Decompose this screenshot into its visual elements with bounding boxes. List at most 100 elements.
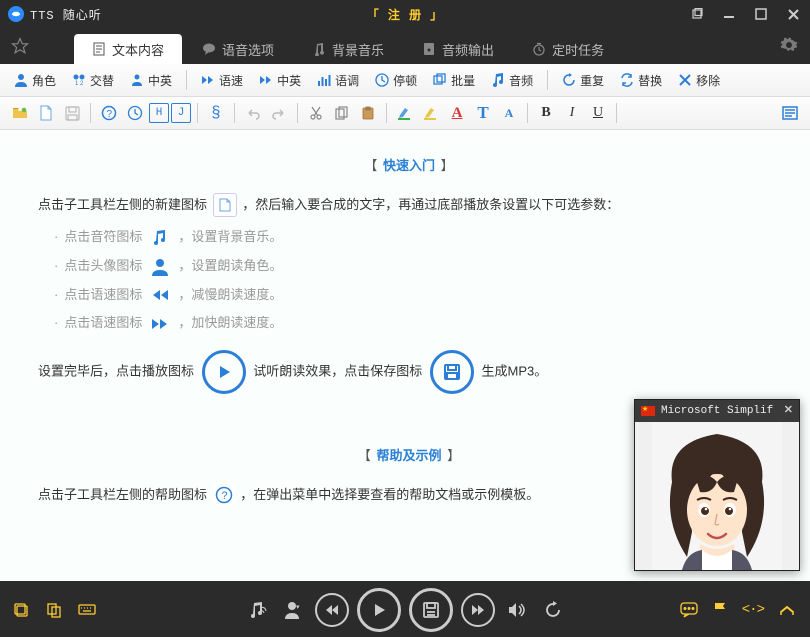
china-flag-icon <box>641 406 655 416</box>
open-folder-button[interactable] <box>8 101 32 125</box>
section-button[interactable]: § <box>204 101 228 125</box>
toolbar-repeat[interactable]: 重复 <box>556 70 610 91</box>
playbar-forward-button[interactable] <box>461 593 495 627</box>
playbar-save-button[interactable] <box>409 588 453 632</box>
music-note-icon <box>491 73 505 87</box>
toolbar-chinese-english[interactable]: 中英 <box>124 70 178 91</box>
new-file-button[interactable] <box>34 101 58 125</box>
svg-text:▾: ▾ <box>296 604 300 611</box>
toolbar-pause[interactable]: 停顿 <box>369 70 423 91</box>
app-title: TTS 随心听 <box>30 6 102 23</box>
x-icon <box>678 73 692 87</box>
playbar-rewind-button[interactable] <box>315 593 349 627</box>
cut-button[interactable] <box>304 101 328 125</box>
play-inline-icon <box>202 350 246 394</box>
playbar-collapse-icon[interactable] <box>778 604 796 616</box>
content-area: 【 快速入门 】 点击子工具栏左侧的新建图标 ，然后输入要合成的文字，再通过底部… <box>0 130 810 581</box>
playbar-loop-button[interactable] <box>539 596 567 624</box>
playbar-music-button[interactable] <box>243 596 271 624</box>
refresh-icon <box>562 73 576 87</box>
separator <box>527 103 528 123</box>
bars-icon <box>317 73 331 87</box>
highlight2-button[interactable] <box>419 101 443 125</box>
redo-button[interactable] <box>267 101 291 125</box>
document-icon <box>92 42 106 56</box>
avatar-close-icon[interactable]: ✕ <box>784 401 793 422</box>
avatar-image <box>635 422 799 570</box>
tab-scheduled-tasks[interactable]: 定时任务 <box>514 34 622 64</box>
font-small-button[interactable]: A <box>497 101 521 125</box>
tab-label: 文本内容 <box>112 40 164 59</box>
font-color-button[interactable]: A <box>445 101 469 125</box>
tab-background-music[interactable]: 背景音乐 <box>294 34 402 64</box>
toolbar-remove[interactable]: 移除 <box>672 70 726 91</box>
paste-button[interactable] <box>356 101 380 125</box>
playbar-chat-icon[interactable] <box>680 602 698 618</box>
file-audio-icon <box>422 42 436 56</box>
tab-voice-options[interactable]: 语音选项 <box>184 34 292 64</box>
toolbar-replace[interactable]: 替换 <box>614 70 668 91</box>
help-button[interactable]: ? <box>97 101 121 125</box>
tab-text-content[interactable]: 文本内容 <box>74 34 182 64</box>
toolbar-audio[interactable]: 音频 <box>485 70 539 91</box>
toolbar-chinese-english-2[interactable]: 中英 <box>253 70 307 91</box>
playbar-volume-button[interactable] <box>503 596 531 624</box>
copy-button[interactable] <box>330 101 354 125</box>
avatar-voice-name: Microsoft Simplif <box>661 401 773 422</box>
toolbar-pitch[interactable]: 语调 <box>311 70 365 91</box>
playbar-keyboard-icon[interactable] <box>78 602 96 618</box>
register-link[interactable]: 「 注 册 」 <box>367 6 444 23</box>
playbar-mic-icon[interactable] <box>14 602 32 618</box>
italic-button[interactable]: I <box>560 101 584 125</box>
avatar-panel-header[interactable]: Microsoft Simplif ✕ <box>635 400 799 422</box>
toolbar-batch[interactable]: 批量 <box>427 70 481 91</box>
underline-button[interactable]: U <box>586 101 610 125</box>
playbar-copy-icon[interactable] <box>46 602 64 618</box>
toolbar-role[interactable]: 角色 <box>8 70 62 91</box>
settings-icon[interactable] <box>776 32 802 58</box>
sub-toolbar: ? H J § A T A B I U <box>0 97 810 130</box>
align-button[interactable] <box>778 101 802 125</box>
svg-text:?: ? <box>107 109 113 120</box>
font-large-button[interactable]: T <box>471 101 495 125</box>
minimize-window-icon[interactable] <box>720 5 738 23</box>
highlight-button[interactable] <box>393 101 417 125</box>
svg-text:1 2: 1 2 <box>75 81 84 87</box>
playbar-play-button[interactable] <box>357 588 401 632</box>
close-window-icon[interactable] <box>784 5 802 23</box>
playbar-flag-icon[interactable] <box>712 601 728 619</box>
playbar-code-icon[interactable]: <·> <box>742 602 764 618</box>
clock-button[interactable] <box>123 101 147 125</box>
restore-window-icon[interactable] <box>688 5 706 23</box>
bold-button[interactable]: B <box>534 101 558 125</box>
svg-text:?: ? <box>221 490 227 502</box>
fast-forward-icon <box>259 73 273 87</box>
clock-icon <box>375 73 389 87</box>
undo-button[interactable] <box>241 101 265 125</box>
separator <box>234 103 235 123</box>
separator <box>90 103 91 123</box>
person-inline-icon <box>146 257 174 277</box>
save-button[interactable] <box>60 101 84 125</box>
j-button[interactable]: J <box>171 103 191 123</box>
app-icon <box>8 6 24 22</box>
separator <box>547 70 548 90</box>
separator <box>297 103 298 123</box>
tab-audio-output[interactable]: 音频输出 <box>404 34 512 64</box>
sync-icon <box>620 73 634 87</box>
batch-icon <box>433 73 447 87</box>
save-inline-icon <box>430 350 474 394</box>
toolbar-speed[interactable]: 语速 <box>195 70 249 91</box>
swap-icon: 1 2 <box>72 73 86 87</box>
favorites-icon[interactable] <box>8 34 32 58</box>
separator <box>197 103 198 123</box>
forward-inline-icon <box>146 314 174 334</box>
h-button[interactable]: H <box>149 103 169 123</box>
list-item: ·点击语速图标，加快朗读速度。 <box>54 311 780 336</box>
tab-label: 定时任务 <box>552 40 604 59</box>
playbar-role-button[interactable]: ▾ <box>279 596 307 624</box>
maximize-window-icon[interactable] <box>752 5 770 23</box>
section-quickstart-title: 【 快速入门 】 <box>38 154 780 179</box>
toolbar-alternate[interactable]: 1 2交替 <box>66 70 120 91</box>
fast-forward-icon <box>201 73 215 87</box>
